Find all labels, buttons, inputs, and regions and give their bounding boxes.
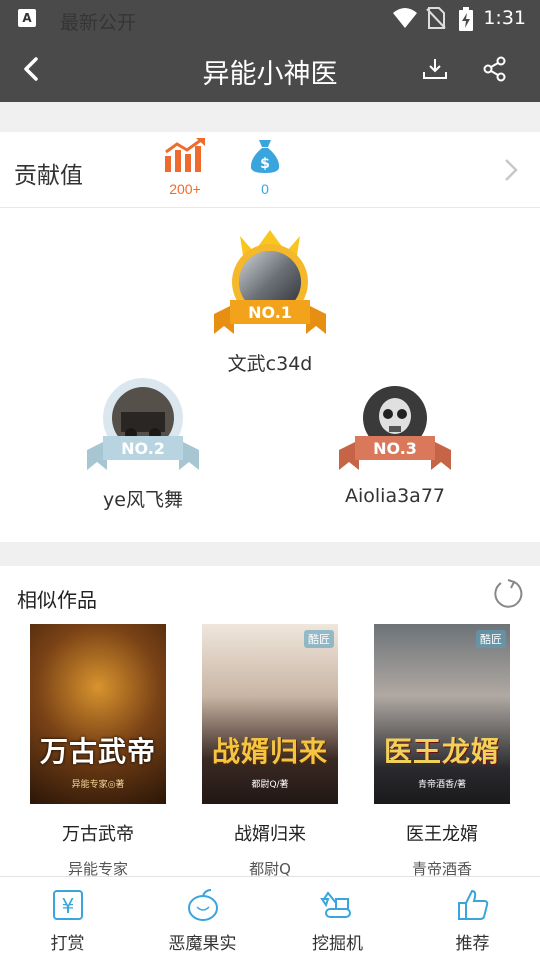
app-badge-icon: A [18,9,36,27]
similar-works-section: 相似作品 万古武帝 异能专家◎著 万古武帝 异能专家 酷匠 战婿归来 都尉Q/著… [0,566,540,878]
no-sim-icon [426,7,446,29]
status-bar: A 最新公开 1:31 [0,0,540,36]
download-icon[interactable] [420,56,450,82]
book-cover[interactable]: 万古武帝 异能专家◎著 [30,624,166,804]
nav-recommend-label: 推荐 [455,934,490,954]
bottom-nav: ¥ 打赏 恶魔果实 挖掘机 推荐 [0,876,540,960]
share-icon[interactable] [480,54,510,84]
book-title: 战婿归来 [234,824,306,845]
clock: 1:31 [483,7,526,29]
page-title: 异能小神医 [202,59,338,90]
devil-fruit-icon [187,889,218,921]
similar-works-title: 相似作品 [17,588,97,612]
book-cover-tag: 酷匠 [304,630,334,648]
app-header: 异能小神医 [0,36,540,102]
nav-reward-label: 打赏 [50,934,85,954]
svg-text:$: $ [260,156,270,172]
contribution-card: 贡献值 200+ $ 0 NO.1 文武c34d NO.2 ye风飞舞 NO.3… [0,132,540,542]
stat-money-value: 0 [261,181,269,197]
book-cover-tag: 酷匠 [476,630,506,648]
reward-icon: ¥ [52,890,83,920]
rank-first-badge: NO.1 [214,230,326,334]
book-cover-author: 青帝酒香/著 [417,780,467,790]
wifi-icon [393,8,417,28]
chevron-right-icon [505,159,518,181]
excavator-icon [319,891,351,918]
stat-money: $ 0 [235,138,295,197]
rank-first-name: 文武c34d [227,353,313,375]
svg-text:¥: ¥ [61,894,74,918]
rank-first-label: NO.1 [248,303,292,322]
nav-devil-fruit-label: 恶魔果实 [168,934,237,954]
book-title: 医王龙婿 [406,824,478,845]
notification-text: 最新公开 [60,12,137,34]
book-cover-title: 医王龙婿 [383,735,500,768]
rank-third-badge: NO.3 [339,386,451,470]
rank-second-name: ye风飞舞 [103,489,183,511]
rank-first[interactable]: NO.1 文武c34d [195,222,345,376]
stat-trend-value: 200+ [169,181,201,197]
book-card[interactable]: 酷匠 战婿归来 都尉Q/著 战婿归来 都尉Q [202,624,338,879]
book-cover-title: 万古武帝 [39,735,156,768]
nav-devil-fruit[interactable]: 恶魔果实 [135,887,270,954]
book-cover[interactable]: 酷匠 医王龙婿 青帝酒香/著 [374,624,510,804]
book-cover-title: 战婿归来 [211,735,328,768]
nav-excavator-label: 挖掘机 [312,934,363,954]
refresh-icon[interactable] [492,578,524,610]
book-title: 万古武帝 [62,824,134,845]
rank-third[interactable]: NO.3 Aiolia3a77 [320,378,470,507]
rank-second-label: NO.2 [121,439,165,458]
book-cover-author: 异能专家◎著 [71,780,125,790]
rank-third-name: Aiolia3a77 [344,485,445,507]
contribution-label: 贡献值 [14,163,83,189]
nav-recommend[interactable]: 推荐 [405,887,540,954]
rank-second-badge: NO.2 [87,378,199,470]
stat-trend: 200+ [155,138,215,197]
book-card[interactable]: 酷匠 医王龙婿 青帝酒香/著 医王龙婿 青帝酒香 [374,624,510,879]
money-bag-icon: $ [250,140,280,173]
nav-reward[interactable]: ¥ 打赏 [0,887,135,954]
contribution-row[interactable]: 贡献值 200+ $ 0 [0,132,540,208]
book-cover[interactable]: 酷匠 战婿归来 都尉Q/著 [202,624,338,804]
book-card[interactable]: 万古武帝 异能专家◎著 万古武帝 异能专家 [30,624,166,879]
thumbs-up-icon [457,889,488,920]
rank-third-label: NO.3 [373,439,417,458]
rank-second[interactable]: NO.2 ye风飞舞 [68,378,218,512]
book-cover-author: 都尉Q/著 [251,780,289,790]
battery-icon [459,7,473,31]
trend-chart-icon [165,138,205,172]
nav-excavator[interactable]: 挖掘机 [270,887,405,954]
